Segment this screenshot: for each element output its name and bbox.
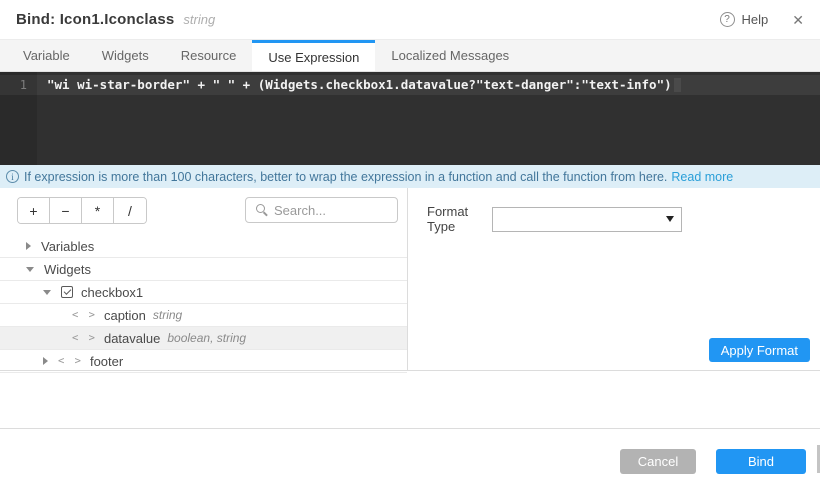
- editor-cursor: [674, 78, 681, 92]
- tab-variable[interactable]: Variable: [7, 40, 86, 71]
- operator-multiply-button[interactable]: *: [82, 198, 114, 223]
- dialog-title: Bind: Icon1.Iconclass: [16, 11, 174, 28]
- operator-button-group: +−*/: [17, 197, 147, 224]
- checkbox-widget-icon: [61, 286, 73, 298]
- editor-gutter: 1: [0, 72, 37, 165]
- tree-item-label: Widgets: [44, 262, 91, 277]
- format-type-select[interactable]: [492, 207, 682, 232]
- tree-item-label: footer: [90, 354, 123, 369]
- info-bar: i If expression is more than 100 charact…: [0, 165, 820, 188]
- binding-tree: Variables Widgets checkbox1 < > caption strin…: [0, 235, 407, 373]
- expression-editor[interactable]: 1 "wi wi-star-border" + " " + (Widgets.c…: [0, 72, 820, 165]
- dialog-header: Bind: Icon1.Iconclass string ? Help ✕: [0, 0, 820, 40]
- search-input[interactable]: [274, 203, 384, 218]
- search-box[interactable]: [245, 197, 398, 223]
- dialog-footer: Cancel Bind: [0, 428, 820, 489]
- format-type-label: Format Type: [427, 204, 492, 234]
- tree-item-checkbox1[interactable]: checkbox1: [0, 281, 407, 304]
- tree-item-caption[interactable]: < > caption string: [0, 304, 407, 327]
- apply-format-button[interactable]: Apply Format: [709, 338, 810, 362]
- operator-minus-button[interactable]: −: [50, 198, 82, 223]
- caret-down-icon[interactable]: [43, 290, 51, 295]
- tree-item-label: caption: [104, 308, 146, 323]
- tree-item-type: boolean, string: [167, 331, 246, 345]
- tree-item-type: string: [153, 308, 182, 322]
- tree-item-footer[interactable]: < > footer: [0, 350, 407, 373]
- property-code-icon: < >: [72, 309, 97, 321]
- editor-code-area[interactable]: "wi wi-star-border" + " " + (Widgets.che…: [37, 72, 820, 165]
- tree-item-label: datavalue: [104, 331, 160, 346]
- tree-item-datavalue[interactable]: < > datavalue boolean, string: [0, 327, 407, 350]
- help-link[interactable]: Help: [742, 12, 769, 27]
- chevron-down-icon: [666, 216, 674, 222]
- tab-use-expression[interactable]: Use Expression: [252, 40, 375, 71]
- tab-widgets[interactable]: Widgets: [86, 40, 165, 71]
- help-icon[interactable]: ?: [720, 12, 735, 27]
- tab-bar: VariableWidgetsResourceUse ExpressionLoc…: [0, 40, 820, 72]
- bound-property-type: string: [183, 12, 215, 27]
- caret-down-icon[interactable]: [26, 267, 34, 272]
- expression-tree-panel: +−*/ Variables Widgets checkbox1 < > caption…: [0, 188, 408, 370]
- tab-localized-messages[interactable]: Localized Messages: [375, 40, 525, 71]
- tree-item-label: Variables: [41, 239, 94, 254]
- property-code-icon: < >: [58, 355, 83, 367]
- operator-plus-button[interactable]: +: [18, 198, 50, 223]
- tree-item-label: checkbox1: [81, 285, 143, 300]
- close-icon[interactable]: ✕: [792, 13, 804, 27]
- tree-item-widgets[interactable]: Widgets: [0, 258, 407, 281]
- tab-resource[interactable]: Resource: [165, 40, 253, 71]
- info-text: If expression is more than 100 character…: [24, 170, 667, 184]
- info-icon: i: [6, 170, 19, 183]
- line-number: 1: [0, 75, 37, 95]
- format-panel: Format Type Apply Format: [408, 188, 820, 370]
- tree-item-variables[interactable]: Variables: [0, 235, 407, 258]
- read-more-link[interactable]: Read more: [671, 170, 733, 184]
- cancel-button[interactable]: Cancel: [620, 449, 696, 474]
- property-code-icon: < >: [72, 332, 97, 344]
- search-icon: [255, 203, 269, 217]
- bind-button[interactable]: Bind: [716, 449, 806, 474]
- operator-divide-button[interactable]: /: [114, 198, 146, 223]
- caret-right-icon[interactable]: [43, 357, 48, 365]
- caret-right-icon[interactable]: [26, 242, 31, 250]
- expression-code[interactable]: "wi wi-star-border" + " " + (Widgets.che…: [47, 75, 672, 95]
